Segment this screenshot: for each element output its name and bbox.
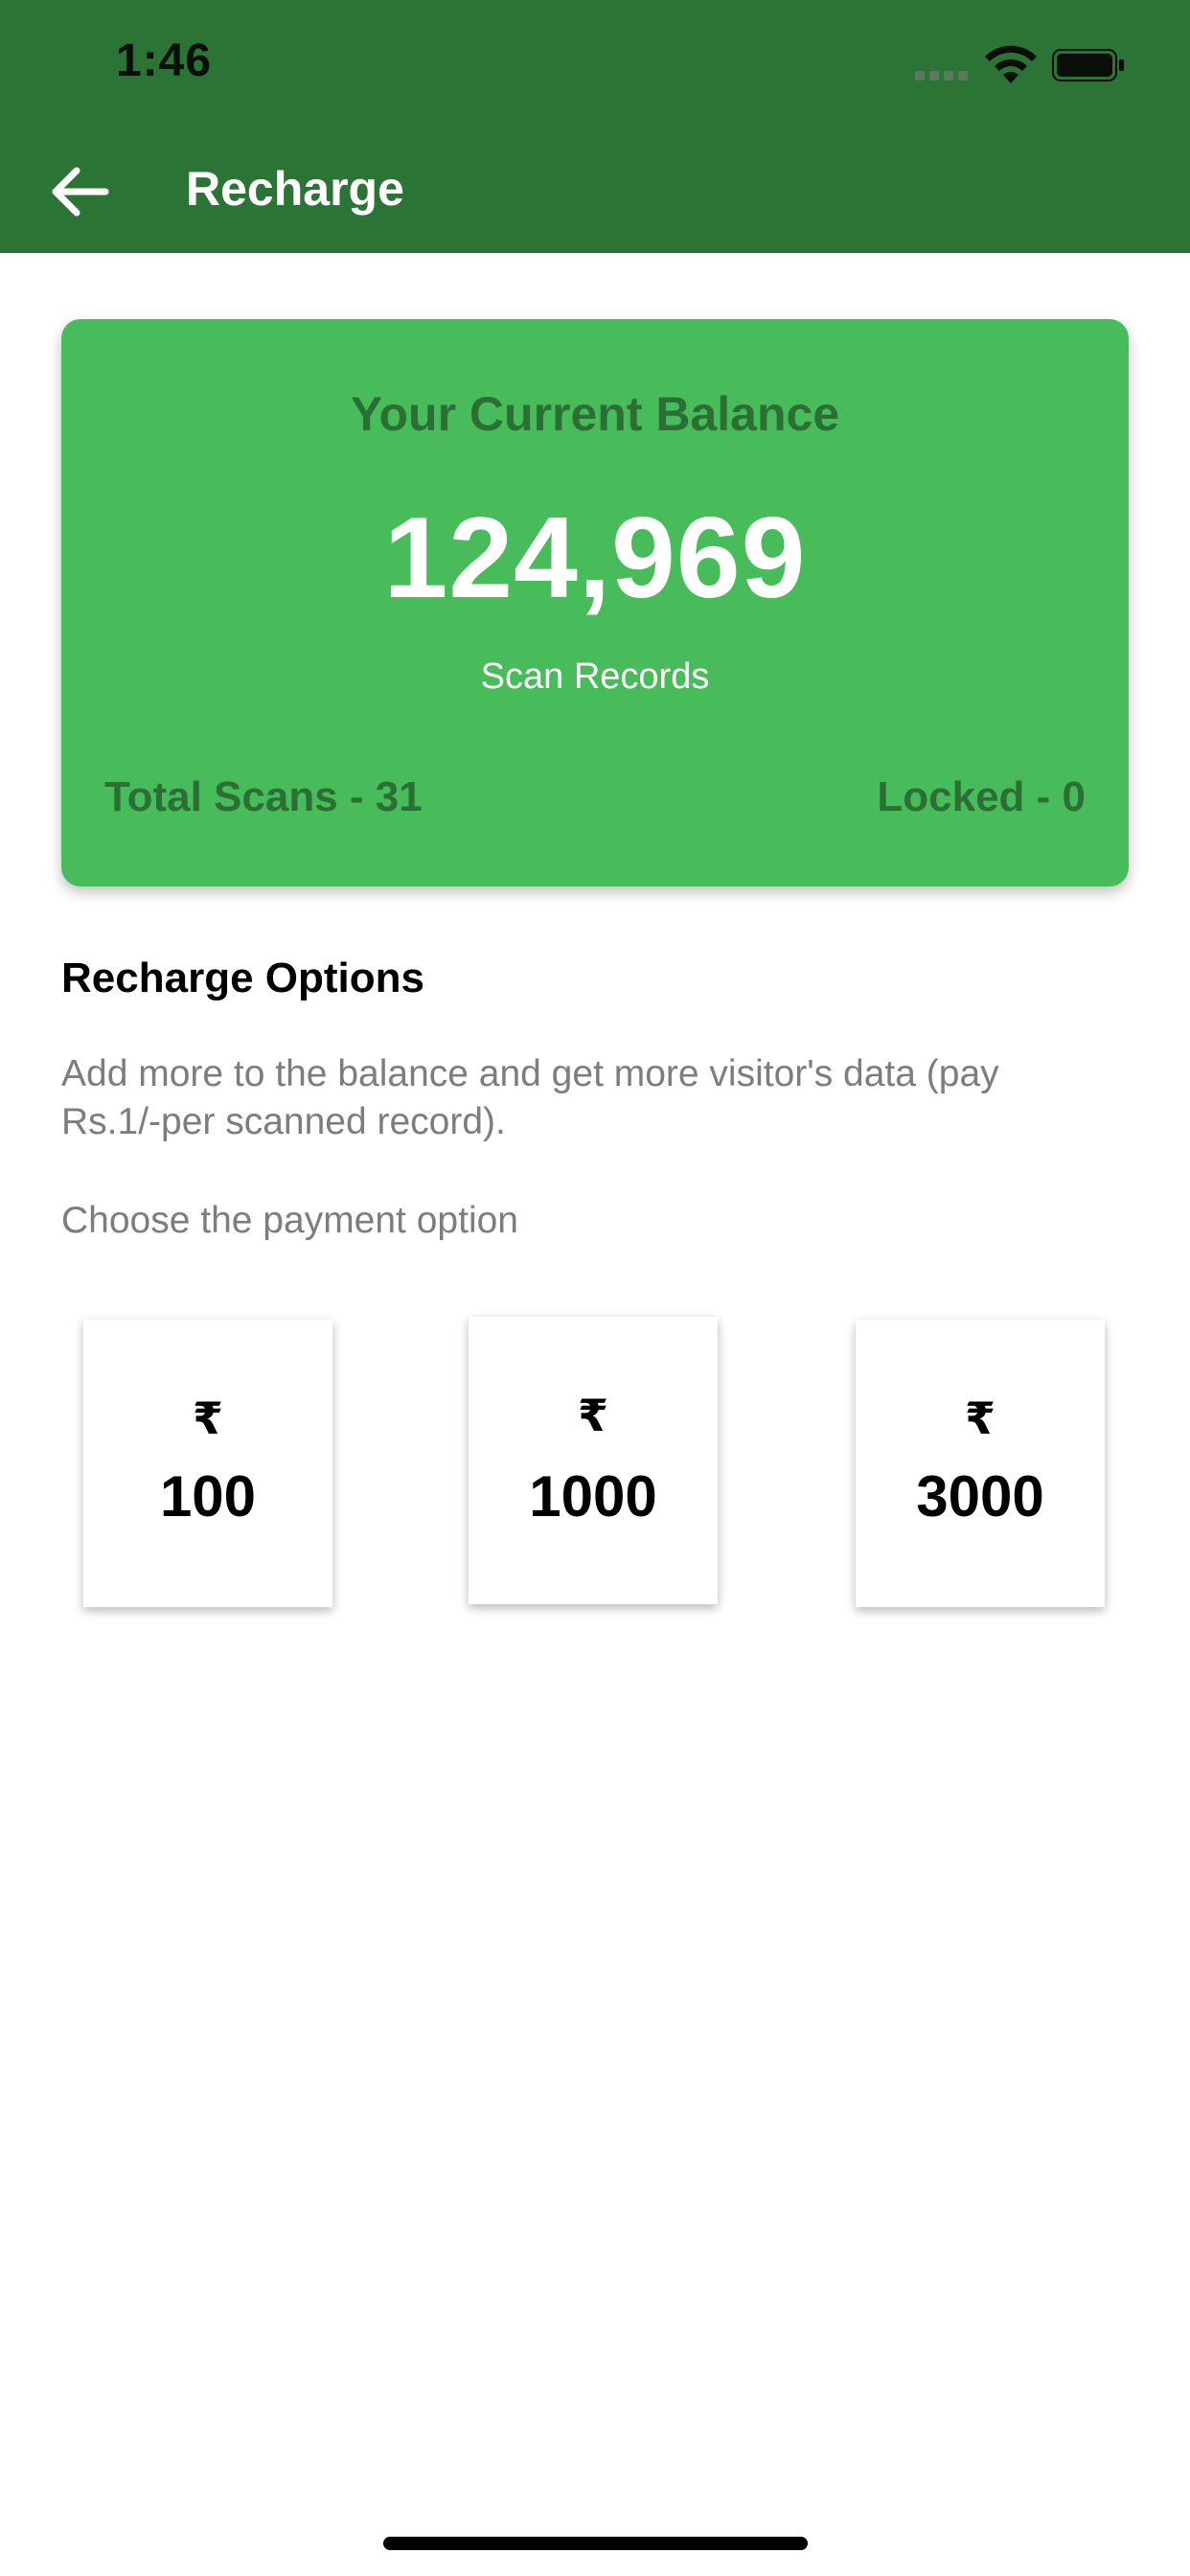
balance-value: 124,969 xyxy=(383,494,807,622)
recharge-description: Add more to the balance and get more vis… xyxy=(61,1053,999,1142)
status-time: 1:46 xyxy=(116,35,213,86)
rupee-icon: ₹ xyxy=(964,1393,995,1443)
choose-payment-label: Choose the payment option xyxy=(61,1200,518,1241)
page-title: Recharge xyxy=(186,162,404,216)
wifi-icon xyxy=(985,45,1037,83)
balance-title: Your Current Balance xyxy=(350,387,840,441)
payment-option-100[interactable]: ₹ 100 xyxy=(83,1320,332,1607)
recharge-screen: 1:46 Recharge Your Current Balance 124,9… xyxy=(0,0,1190,2576)
option-amount: 1000 xyxy=(529,1464,657,1529)
rupee-icon: ₹ xyxy=(192,1393,223,1443)
cellular-signal-icon xyxy=(915,71,969,80)
home-indicator[interactable] xyxy=(383,2537,808,2550)
app-header: 1:46 Recharge xyxy=(0,0,1190,253)
battery-icon xyxy=(1052,49,1124,81)
recharge-options-title: Recharge Options xyxy=(61,954,424,1001)
balance-card: Your Current Balance 124,969 Scan Record… xyxy=(61,319,1129,886)
payment-option-1000[interactable]: ₹ 1000 xyxy=(469,1317,718,1604)
locked-label: Locked - 0 xyxy=(877,773,1086,820)
payment-option-3000[interactable]: ₹ 3000 xyxy=(856,1320,1105,1607)
option-amount: 3000 xyxy=(916,1464,1044,1529)
rupee-icon: ₹ xyxy=(577,1391,608,1440)
option-amount: 100 xyxy=(159,1464,257,1529)
back-button[interactable] xyxy=(38,151,119,232)
total-scans-label: Total Scans - 31 xyxy=(104,773,423,820)
arrow-left-icon xyxy=(52,167,109,217)
balance-unit-label: Scan Records xyxy=(480,656,710,697)
